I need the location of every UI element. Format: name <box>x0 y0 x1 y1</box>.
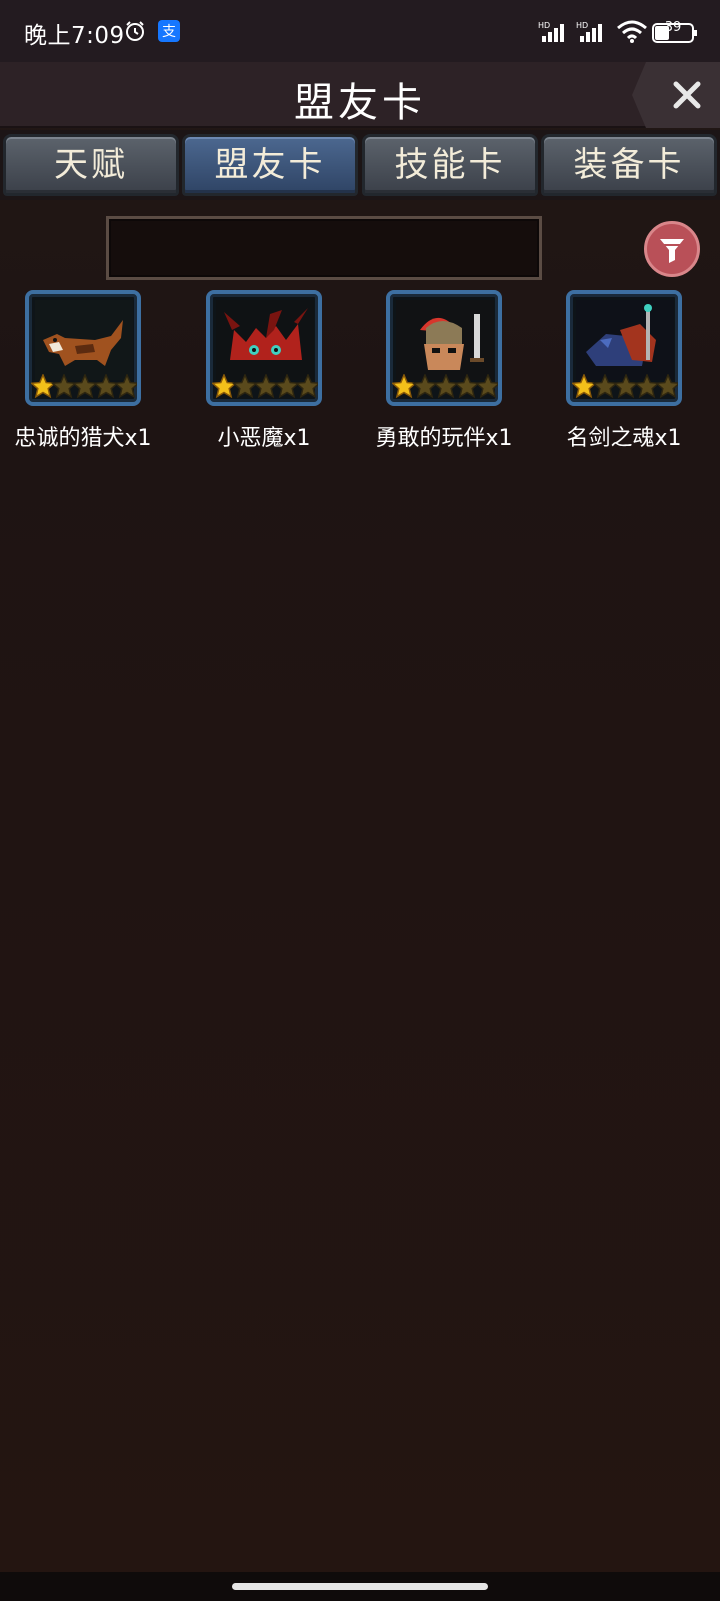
card-name: 勇敢的玩伴x1 <box>375 426 513 451</box>
star-empty-icon <box>294 374 318 399</box>
star-empty-icon <box>252 374 280 399</box>
star-empty-icon <box>474 374 498 399</box>
tab-bar: 天赋 盟友卡 技能卡 装备卡 <box>0 130 720 200</box>
star-rating <box>212 374 318 399</box>
hound-icon <box>35 300 133 380</box>
card-frame <box>566 290 682 406</box>
star-rating <box>572 374 678 399</box>
svg-text:HD: HD <box>538 21 550 30</box>
star-empty-icon <box>113 374 137 399</box>
alipay-icon: 支 <box>158 20 180 42</box>
card-item[interactable]: 忠诚的猎犬x1 <box>3 290 163 460</box>
status-icons: HD HD 39 <box>538 18 698 46</box>
tab-ally-cards[interactable]: 盟友卡 <box>182 134 358 196</box>
alarm-icon <box>126 21 144 41</box>
home-indicator[interactable] <box>232 1583 488 1590</box>
svg-text:支: 支 <box>162 24 176 40</box>
filter-icon <box>660 239 684 263</box>
tab-talent[interactable]: 天赋 <box>3 134 179 196</box>
card-name: 名剑之魂x1 <box>566 426 682 451</box>
star-empty-icon <box>50 374 78 399</box>
star-empty-icon <box>231 374 259 399</box>
tab-equipment-cards[interactable]: 装备卡 <box>541 134 717 196</box>
close-icon <box>673 81 701 109</box>
imp-icon <box>216 300 314 380</box>
close-button[interactable] <box>632 62 720 128</box>
star-filled-icon <box>392 374 418 399</box>
status-time: 晚上7:09 <box>24 23 125 49</box>
card-name: 小恶魔x1 <box>217 426 311 451</box>
card-item[interactable]: 小恶魔x1 <box>184 290 344 460</box>
star-rating <box>31 374 137 399</box>
card-item[interactable]: 名剑之魂x1 <box>544 290 704 460</box>
star-empty-icon <box>92 374 120 399</box>
star-empty-icon <box>633 374 661 399</box>
star-empty-icon <box>432 374 460 399</box>
signal-icon-2: HD <box>576 21 602 42</box>
star-filled-icon <box>212 374 238 399</box>
svg-text:HD: HD <box>576 21 588 30</box>
card-frame <box>206 290 322 406</box>
star-empty-icon <box>453 374 481 399</box>
goblin-warrior-icon <box>396 300 494 380</box>
search-input[interactable] <box>106 216 542 280</box>
screen: 晚上7:09 支 HD HD 39 盟友卡 天赋 盟友卡 技能卡 装备卡 忠诚的… <box>0 0 720 1601</box>
star-empty-icon <box>654 374 678 399</box>
star-empty-icon <box>612 374 640 399</box>
status-bar: 晚上7:09 支 HD HD 39 <box>0 0 720 62</box>
tab-skill-cards[interactable]: 技能卡 <box>362 134 538 196</box>
battery-level: 39 <box>664 20 682 35</box>
star-filled-icon <box>572 374 598 399</box>
signal-icon: HD <box>538 21 564 42</box>
card-frame <box>386 290 502 406</box>
wifi-icon <box>617 20 647 43</box>
star-rating <box>392 374 498 399</box>
title-bar: 盟友卡 <box>0 62 720 128</box>
sword-spirit-icon <box>576 300 674 380</box>
star-empty-icon <box>411 374 439 399</box>
filter-button[interactable] <box>644 221 700 277</box>
star-empty-icon <box>591 374 619 399</box>
star-empty-icon <box>71 374 99 399</box>
card-frame <box>25 290 141 406</box>
card-name: 忠诚的猎犬x1 <box>14 426 152 451</box>
star-empty-icon <box>273 374 301 399</box>
page-title: 盟友卡 <box>294 80 426 126</box>
card-item[interactable]: 勇敢的玩伴x1 <box>364 290 524 460</box>
star-filled-icon <box>31 374 57 399</box>
